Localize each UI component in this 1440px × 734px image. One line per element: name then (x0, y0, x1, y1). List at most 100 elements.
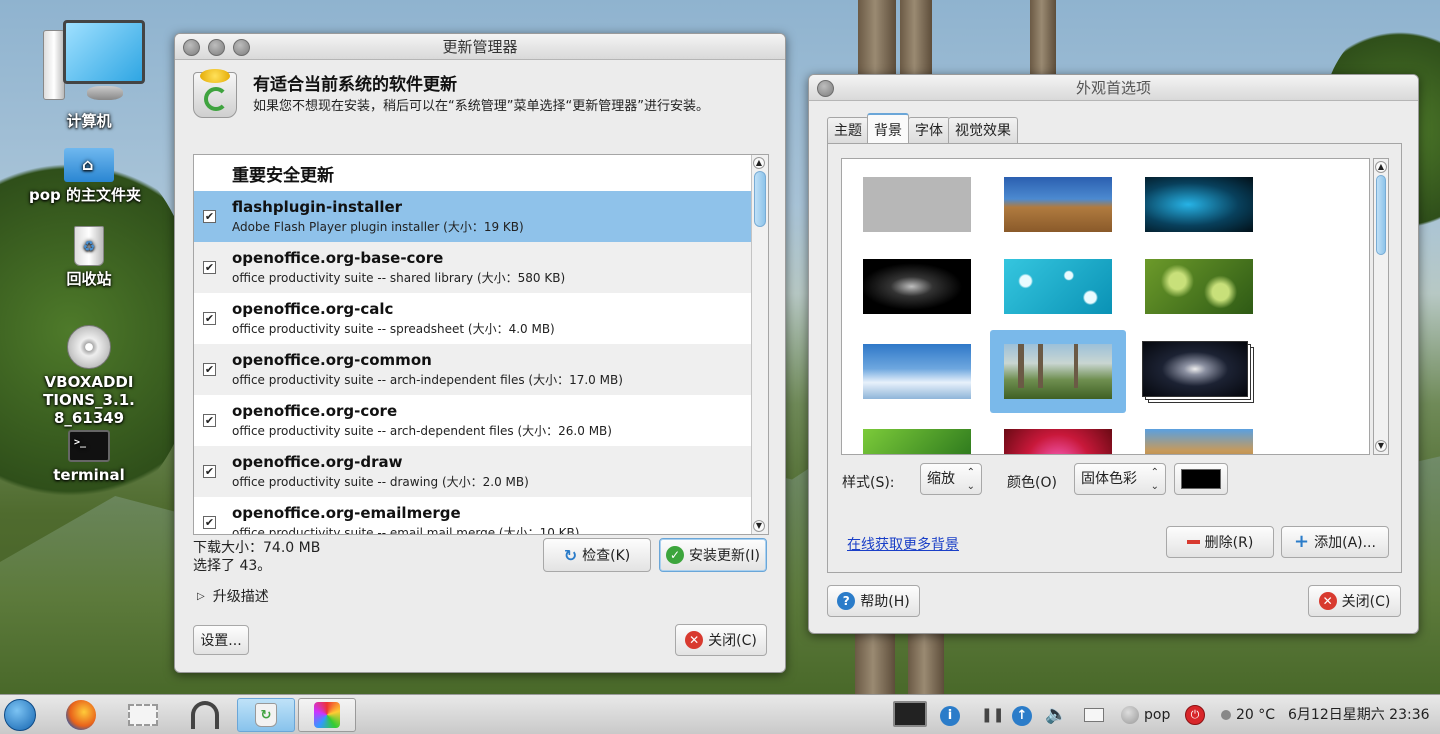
scroll-down-icon[interactable]: ▼ (753, 520, 765, 532)
settings-button[interactable]: 设置... (193, 625, 249, 655)
package-name: flashplugin-installer (232, 198, 403, 216)
help-icon: ? (837, 592, 856, 610)
tray-volume-icon[interactable]: 🔈 (1045, 704, 1067, 725)
wallpaper-thumb-gray[interactable] (863, 177, 971, 232)
appearance-close-button[interactable]: ✕ 关闭(C) (1308, 585, 1401, 617)
upgrade-description-expander[interactable]: ▷ 升级描述 (197, 586, 269, 606)
package-row[interactable]: ✔ flashplugin-installer Adobe Flash Player… (194, 191, 768, 242)
update-manager-titlebar[interactable]: 更新管理器 (175, 34, 785, 60)
tray-info-icon[interactable]: i (940, 706, 960, 726)
wallpaper-thumb-green-leaf[interactable] (863, 429, 971, 454)
taskbar-mail-icon[interactable] (115, 698, 171, 732)
package-row[interactable]: ✔ openoffice.org-draw office productivity … (194, 446, 768, 497)
tab-theme[interactable]: 主题 (827, 117, 869, 143)
wallpaper-thumb-colosseum[interactable] (1004, 177, 1112, 232)
desktop-icon-trash[interactable]: ♻ 回收站 (34, 226, 144, 288)
tab-background[interactable]: 背景 (867, 113, 909, 143)
tab-label: 主题 (834, 123, 862, 139)
window-menu-icon[interactable] (817, 80, 834, 97)
package-description: office productivity suite -- arch-depend… (232, 424, 612, 438)
package-row[interactable]: ✔ openoffice.org-common office productivit… (194, 344, 768, 395)
update-manager-window: 更新管理器 有适合当前系统的软件更新 如果您不想现在安装，稍后可以在“系统管理”… (174, 33, 786, 673)
package-checkbox[interactable]: ✔ (203, 465, 216, 478)
appearance-titlebar[interactable]: 外观首选项 (809, 75, 1418, 101)
check-button[interactable]: ↻ 检查(K) (543, 538, 651, 572)
remove-button-label: 删除(R) (1204, 535, 1254, 551)
tray-mail-icon[interactable] (1084, 708, 1104, 722)
install-updates-button[interactable]: ✓ 安装更新(I) (659, 538, 767, 572)
scroll-down-icon[interactable]: ▼ (1375, 440, 1387, 452)
desktop-icon-cdrom[interactable]: VBOXADDITIONS_3.1.8_61349 (34, 325, 144, 427)
kde-menu-icon[interactable] (4, 699, 36, 731)
color-picker-button[interactable] (1174, 463, 1228, 495)
get-more-backgrounds-link[interactable]: 在线获取更多背景 (847, 534, 959, 554)
style-combo[interactable]: 缩放 ⌃ ⌄ (920, 463, 982, 495)
wallpaper-tree-trunk (1030, 0, 1056, 80)
tray-update-icon[interactable]: ↑ (1012, 706, 1032, 726)
tray-weather[interactable]: 20 °C (1236, 695, 1275, 734)
wallpaper-thumb-selected-frame[interactable] (990, 330, 1126, 413)
wallpaper-thumb-galaxy[interactable] (1142, 341, 1254, 403)
close-button[interactable]: ✕ 关闭(C) (675, 624, 767, 656)
section-title: 重要安全更新 (232, 166, 334, 186)
wallpaper-thumb-clouds[interactable] (863, 344, 971, 399)
color-mode-combo[interactable]: 固体色彩 ⌃ ⌄ (1074, 463, 1166, 495)
package-list-scrollbar[interactable]: ▲ ▼ (751, 155, 768, 534)
wallpaper-thumb-succulents[interactable] (1145, 259, 1253, 314)
package-checkbox[interactable]: ✔ (203, 210, 216, 223)
taskbar-appearance-task[interactable] (298, 698, 356, 732)
combo-arrows-icon: ⌃ ⌄ (966, 467, 975, 492)
tab-visual-effects[interactable]: 视觉效果 (948, 117, 1018, 143)
window-minimize-icon[interactable] (208, 39, 225, 56)
close-button-label: 关闭(C) (708, 633, 757, 649)
wallpaper-thumb-blue-glow[interactable] (1145, 177, 1253, 232)
wallpaper-thumb-bokeh[interactable] (1004, 259, 1112, 314)
package-description: Adobe Flash Player plugin installer (大小：… (232, 220, 524, 234)
desktop-icon-home[interactable]: ⌂ pop 的主文件夹 (29, 148, 144, 204)
taskbar-headphones-icon[interactable] (177, 698, 233, 732)
tray-pause-icon[interactable]: ❚❚ (981, 707, 1004, 723)
package-row[interactable]: ✔ openoffice.org-base-core office producti… (194, 242, 768, 293)
window-maximize-icon[interactable] (233, 39, 250, 56)
wallpaper-thumb-statue[interactable] (1145, 429, 1253, 454)
wallpaper-thumb-pink-lights[interactable] (1004, 429, 1112, 454)
package-row[interactable]: ✔ openoffice.org-calc office productivity … (194, 293, 768, 344)
tray-power-icon[interactable]: ⏻ (1185, 705, 1205, 725)
tray-username[interactable]: pop (1144, 695, 1170, 734)
window-close-icon[interactable] (183, 39, 200, 56)
desktop-icon-label: 计算机 (66, 112, 112, 130)
scroll-thumb[interactable] (754, 171, 766, 227)
tab-fonts[interactable]: 字体 (908, 117, 950, 143)
package-list: 重要安全更新 ✔ flashplugin-installer Adobe Flash… (193, 154, 769, 535)
package-checkbox[interactable]: ✔ (203, 516, 216, 529)
package-row[interactable]: ✔ openoffice.org-emailmerge office product… (194, 497, 768, 534)
desktop-icon-label: 回收站 (66, 270, 112, 288)
desktop-icon-computer[interactable]: 计算机 (34, 18, 145, 130)
gallery-scrollbar[interactable]: ▲ ▼ (1373, 158, 1389, 455)
wallpaper-gallery (841, 158, 1370, 455)
wallpaper-thumb-light-trails[interactable] (863, 259, 971, 314)
package-checkbox[interactable]: ✔ (203, 414, 216, 427)
desktop-icon-terminal[interactable]: >_ terminal (34, 430, 144, 484)
taskbar-update-manager-task[interactable]: ↻ (237, 698, 295, 732)
scroll-up-icon[interactable]: ▲ (753, 157, 765, 169)
package-name: openoffice.org-common (232, 351, 432, 369)
package-checkbox[interactable]: ✔ (203, 363, 216, 376)
scroll-thumb[interactable] (1376, 175, 1386, 255)
package-rows: ✔ flashplugin-installer Adobe Flash Player… (194, 191, 768, 534)
update-subtext: 如果您不想现在安装，稍后可以在“系统管理”菜单选择“更新管理器”进行安装。 (253, 99, 709, 114)
tray-clock[interactable]: 6月12日星期六 23:36 (1288, 695, 1430, 734)
taskbar-firefox-icon[interactable] (53, 698, 109, 732)
package-checkbox[interactable]: ✔ (203, 312, 216, 325)
package-row[interactable]: ✔ openoffice.org-core office productivity … (194, 395, 768, 446)
combo-arrows-icon: ⌃ ⌄ (1150, 467, 1159, 492)
help-button[interactable]: ? 帮助(H) (827, 585, 920, 617)
tray-user-status-icon[interactable] (1121, 706, 1139, 724)
add-button[interactable]: + 添加(A)... (1281, 526, 1389, 558)
tray-display-icon[interactable] (893, 701, 927, 727)
remove-button[interactable]: 删除(R) (1166, 526, 1274, 558)
package-checkbox[interactable]: ✔ (203, 261, 216, 274)
tab-label: 视觉效果 (955, 123, 1011, 139)
scroll-up-icon[interactable]: ▲ (1375, 161, 1387, 173)
appearance-window: 外观首选项 主题 背景 字体 视觉效果 ▲ ▼ 样式(S): 缩放 ⌃ ⌄ 颜色… (808, 74, 1419, 634)
